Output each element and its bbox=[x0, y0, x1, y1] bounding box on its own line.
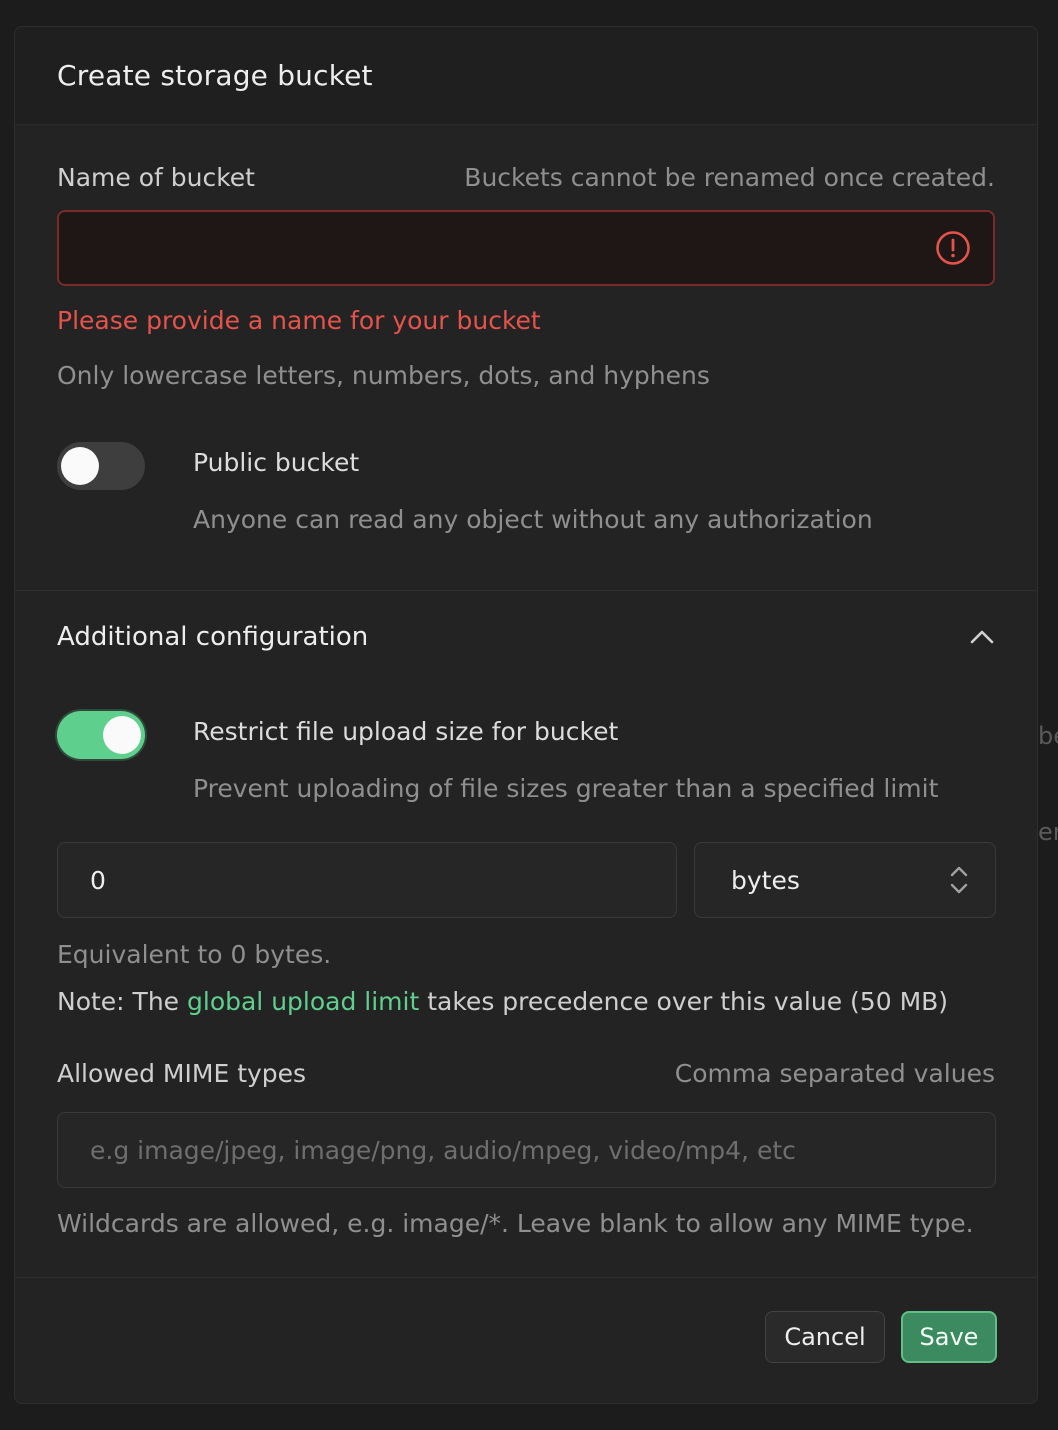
modal-header: Create storage bucket bbox=[15, 27, 1037, 125]
restrict-size-toggle[interactable] bbox=[57, 711, 145, 759]
name-section: Name of bucket Buckets cannot be renamed… bbox=[15, 125, 1037, 590]
bucket-name-input[interactable] bbox=[57, 210, 995, 286]
size-limit-value: 0 bbox=[90, 865, 106, 895]
backdrop-text-fragment-1: be bbox=[1038, 722, 1058, 750]
restrict-size-title: Restrict file upload size for bucket bbox=[193, 717, 619, 746]
public-bucket-title: Public bucket bbox=[193, 448, 360, 477]
toggle-knob bbox=[61, 447, 99, 485]
size-equivalent: Equivalent to 0 bytes. bbox=[57, 940, 332, 969]
mime-placeholder: e.g image/jpeg, image/png, audio/mpeg, v… bbox=[90, 1135, 796, 1165]
size-unit-select[interactable]: bytes bbox=[694, 842, 996, 918]
note-suffix: takes precedence over this value (50 MB) bbox=[419, 987, 949, 1016]
restrict-size-description: Prevent uploading of file sizes greater … bbox=[193, 774, 939, 803]
select-arrows-icon bbox=[950, 866, 968, 894]
name-label-row: Name of bucket Buckets cannot be renamed… bbox=[57, 163, 995, 192]
modal-title: Create storage bucket bbox=[57, 59, 373, 92]
mime-help: Wildcards are allowed, e.g. image/*. Lea… bbox=[57, 1209, 974, 1238]
size-limit-input[interactable]: 0 bbox=[57, 842, 677, 918]
name-label: Name of bucket bbox=[57, 163, 255, 192]
global-upload-limit-link[interactable]: global upload limit bbox=[187, 987, 419, 1016]
public-toggle-row: Public bucket Anyone can read any object… bbox=[57, 390, 995, 590]
chevron-up-icon bbox=[970, 630, 994, 644]
public-bucket-toggle[interactable] bbox=[57, 442, 145, 490]
alert-circle-icon bbox=[936, 231, 970, 265]
create-bucket-modal: Create storage bucket Name of bucket Buc… bbox=[14, 26, 1038, 1404]
size-unit-value: bytes bbox=[731, 865, 800, 895]
global-limit-note: Note: The global upload limit takes prec… bbox=[57, 987, 948, 1016]
mime-label-row: Allowed MIME types Comma separated value… bbox=[57, 1059, 995, 1088]
cancel-button[interactable]: Cancel bbox=[765, 1311, 885, 1363]
mime-label: Allowed MIME types bbox=[57, 1059, 307, 1088]
name-help: Only lowercase letters, numbers, dots, a… bbox=[57, 361, 710, 390]
additional-config-title: Additional configuration bbox=[57, 622, 369, 652]
toggle-knob bbox=[103, 716, 141, 754]
name-error-message: Please provide a name for your bucket bbox=[57, 306, 541, 335]
mime-types-input[interactable]: e.g image/jpeg, image/png, audio/mpeg, v… bbox=[57, 1112, 996, 1188]
save-button[interactable]: Save bbox=[901, 1311, 997, 1363]
additional-config-section: Additional configuration Restrict file u… bbox=[15, 591, 1037, 1277]
name-hint: Buckets cannot be renamed once created. bbox=[464, 163, 995, 192]
mime-hint: Comma separated values bbox=[674, 1059, 995, 1088]
backdrop-text-fragment-2: en bbox=[1038, 818, 1058, 846]
additional-config-header[interactable]: Additional configuration bbox=[57, 617, 995, 657]
public-bucket-description: Anyone can read any object without any a… bbox=[193, 505, 873, 534]
note-prefix: Note: The bbox=[57, 987, 187, 1016]
modal-footer: Cancel Save bbox=[15, 1278, 1037, 1395]
